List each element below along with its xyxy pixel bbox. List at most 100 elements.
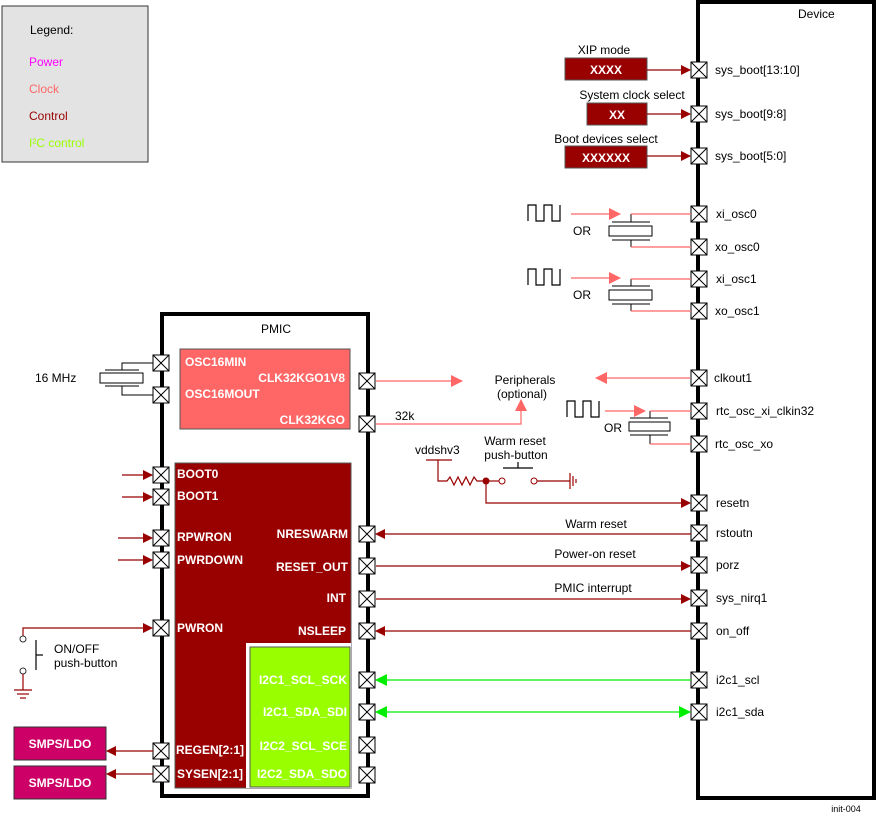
switch-contact-icon bbox=[530, 477, 538, 485]
boot-caption-sysclk: System clock select bbox=[579, 88, 685, 102]
device-pin-label: sys_boot[5:0] bbox=[715, 149, 786, 163]
control-signals: Warm reset Power-on reset PMIC interrupt bbox=[375, 517, 691, 636]
pmic-pin-label: NRESWARM bbox=[277, 527, 348, 541]
ground-icon bbox=[569, 473, 577, 489]
device-pin-label: porz bbox=[716, 558, 739, 572]
pin-icon bbox=[152, 386, 170, 404]
crystal-16mhz-label: 16 MHz bbox=[35, 371, 76, 385]
pin-icon bbox=[690, 556, 708, 574]
pin-icon bbox=[358, 671, 376, 689]
pmic-pin-label: INT bbox=[327, 591, 347, 605]
pin-icon bbox=[358, 557, 376, 575]
boot-value-xip: XXXX bbox=[590, 63, 622, 77]
pmic-pin-label: BOOT1 bbox=[177, 489, 219, 503]
pin-icon bbox=[152, 529, 170, 547]
pin-icon bbox=[690, 205, 708, 223]
crystal-icon bbox=[99, 372, 144, 384]
pmic-title: PMIC bbox=[261, 322, 291, 336]
or-label: OR bbox=[604, 421, 622, 435]
pin-icon bbox=[690, 524, 708, 542]
device-title: Device bbox=[798, 7, 835, 21]
pin-icon bbox=[690, 61, 708, 79]
device-pin-label: rtc_osc_xi_clkin32 bbox=[716, 404, 814, 418]
square-wave-icon bbox=[566, 400, 600, 418]
pmic-pin-label: I2C1_SDA_SDI bbox=[263, 705, 347, 719]
device-pin-label: clkout1 bbox=[714, 371, 752, 385]
pin-icon bbox=[358, 703, 376, 721]
boot-value-devices: XXXXXX bbox=[582, 151, 630, 165]
resistor-icon bbox=[437, 460, 486, 487]
boot-config: XIP mode XXXX System clock select XX Boo… bbox=[554, 43, 691, 169]
switch-contact-icon bbox=[19, 667, 27, 675]
pin-icon bbox=[358, 622, 376, 640]
pmic-pin-label: SYSEN[2:1] bbox=[177, 767, 243, 781]
or-label: OR bbox=[573, 224, 591, 238]
pmic-left-inputs bbox=[22, 470, 153, 637]
legend-item-control: Control bbox=[29, 109, 68, 123]
crystal-16mhz: 16 MHz bbox=[35, 362, 153, 396]
device-pin-label: resetn bbox=[716, 496, 749, 510]
label-32k: 32k bbox=[395, 409, 415, 423]
device-pin-label: xi_osc0 bbox=[716, 207, 757, 221]
i2c-signals bbox=[375, 674, 691, 718]
legend-item-i2c: I²C control bbox=[29, 136, 84, 150]
pwron-arrow bbox=[22, 623, 153, 637]
pin-icon bbox=[690, 622, 708, 640]
pin-icon bbox=[358, 372, 376, 390]
crystal-icon bbox=[608, 279, 653, 311]
pmic-pin-label: BOOT0 bbox=[177, 467, 219, 481]
device-pin-label: sys_boot[13:10] bbox=[715, 63, 800, 77]
pin-icon bbox=[152, 551, 170, 569]
device-pin-label: rtc_osc_xo bbox=[715, 437, 773, 451]
legend-title: Legend: bbox=[30, 23, 73, 37]
pmic-pin-label: CLK32KGO1V8 bbox=[258, 371, 345, 385]
or-label: OR bbox=[573, 288, 591, 302]
pmic-device-connection-diagram: Legend: Power Clock Control I²C control … bbox=[1, 0, 876, 814]
pmic-pin-label: CLK32KGO bbox=[280, 413, 345, 427]
switch-contact-icon bbox=[19, 635, 27, 643]
pin-icon bbox=[152, 619, 170, 637]
smps-ldo-label: SMPS/LDO bbox=[29, 737, 92, 751]
crystal-icon bbox=[608, 214, 653, 247]
device-pin-label: sys_boot[9:8] bbox=[715, 107, 786, 121]
pmic-block: PMIC OSC16MIN OSC16MOUT CLK32KGO1V8 CLK3… bbox=[160, 312, 370, 798]
pin-icon bbox=[358, 590, 376, 608]
pin-icon bbox=[358, 736, 376, 754]
pin-icon bbox=[690, 147, 708, 165]
legend-item-power: Power bbox=[29, 55, 63, 69]
device-pin-label: rstoutn bbox=[716, 526, 753, 540]
onoff-label: push-button bbox=[54, 656, 117, 670]
crystal-icon bbox=[628, 411, 671, 444]
pin-icon bbox=[690, 671, 708, 689]
pin-icon bbox=[358, 525, 376, 543]
pin-icon bbox=[690, 589, 708, 607]
legend: Legend: Power Clock Control I²C control bbox=[1, 5, 149, 163]
pin-icon bbox=[152, 765, 170, 783]
pmic-interrupt-label: PMIC interrupt bbox=[554, 581, 632, 595]
warm-reset-label: Warm reset bbox=[565, 517, 627, 531]
pin-icon bbox=[358, 766, 376, 784]
pin-icon bbox=[690, 369, 708, 387]
legend-item-clock: Clock bbox=[29, 82, 60, 96]
pin-icon bbox=[690, 494, 708, 512]
switch-contact-icon bbox=[498, 477, 506, 485]
peripherals-label: Peripherals bbox=[495, 373, 556, 387]
peripherals-optional-label: (optional) bbox=[497, 387, 547, 401]
pin-icon bbox=[690, 302, 708, 320]
resetn-arrow bbox=[485, 481, 691, 508]
square-wave-icon bbox=[527, 204, 561, 222]
pmic-pin-label: RPWRON bbox=[177, 530, 232, 544]
clock-outputs: 32k Peripherals (optional) bbox=[376, 372, 690, 425]
vddshv3-label: vddshv3 bbox=[415, 443, 460, 457]
pmic-pin-label: RESET_OUT bbox=[276, 560, 349, 574]
pin-icon bbox=[690, 105, 708, 123]
osc0-circuit: OR bbox=[527, 204, 691, 248]
power-on-reset-label: Power-on reset bbox=[554, 547, 636, 561]
pin-icon bbox=[690, 238, 708, 256]
device-pin-label: xi_osc1 bbox=[716, 272, 757, 286]
warm-reset-button-label: push-button bbox=[484, 448, 547, 462]
pin-icon bbox=[358, 415, 376, 433]
pmic-pin-label: I2C2_SDA_SDO bbox=[257, 767, 347, 781]
device-pin-label: xo_osc0 bbox=[715, 240, 760, 254]
pin-icon bbox=[690, 703, 708, 721]
